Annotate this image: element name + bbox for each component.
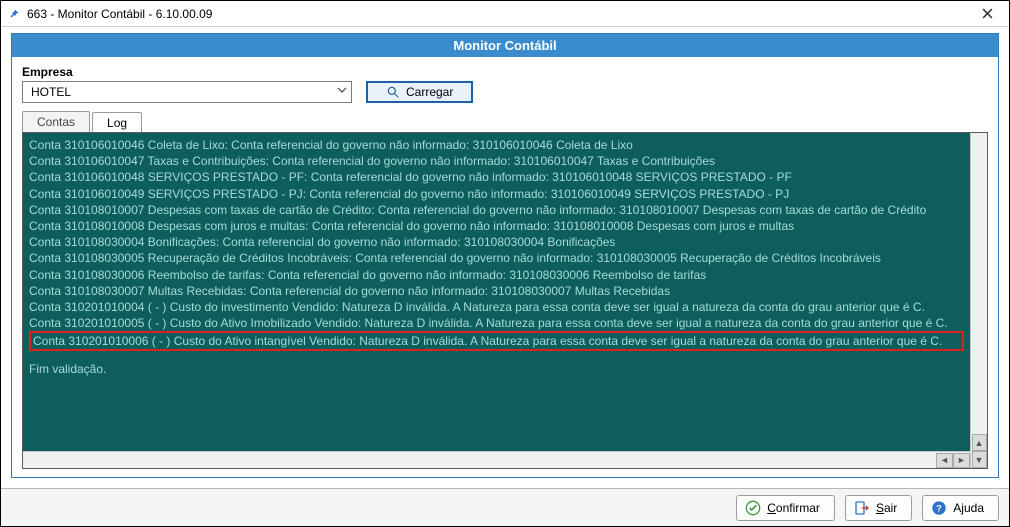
confirmar-label: CConfirmaronfirmar: [767, 501, 820, 515]
main-panel: Monitor Contábil Empresa HOTEL: [11, 33, 999, 478]
log-line-end: Fim validação.: [29, 361, 964, 377]
sair-label: SSairair: [876, 501, 897, 515]
sair-button[interactable]: SSairair: [845, 495, 912, 521]
svg-text:?: ?: [936, 503, 942, 513]
tab-log[interactable]: Log: [92, 112, 142, 133]
empresa-field: Empresa HOTEL: [22, 65, 352, 103]
titlebar: 663 - Monitor Contábil - 6.10.00.09: [1, 1, 1009, 27]
help-icon: ?: [931, 500, 947, 516]
scroll-right-button[interactable]: ►: [953, 453, 970, 468]
log-line: Conta 310108010007 Despesas com taxas de…: [29, 202, 964, 218]
log-line: Conta 310108010008 Despesas com juros e …: [29, 218, 964, 234]
close-icon: [982, 8, 993, 19]
window-title: 663 - Monitor Contábil - 6.10.00.09: [27, 7, 969, 21]
client-area: Monitor Contábil Empresa HOTEL: [1, 27, 1009, 488]
horizontal-scrollbar[interactable]: ◄ ►: [23, 451, 970, 468]
log-area: Conta 310106010046 Coleta de Lixo: Conta…: [22, 132, 988, 469]
panel-header: Monitor Contábil: [12, 34, 998, 57]
log-line-highlight: Conta 310201010006 ( - ) Custo do Ativo …: [29, 331, 964, 351]
log-line: Conta 310106010047 Taxas e Contribuições…: [29, 153, 964, 169]
ajuda-label: Ajuda: [953, 501, 984, 515]
log-content[interactable]: Conta 310106010046 Coleta de Lixo: Conta…: [23, 133, 970, 451]
log-line: Conta 310201010005 ( - ) Custo do Ativo …: [29, 315, 964, 331]
log-line: Conta 310106010049 SERVIÇOS PRESTADO - P…: [29, 186, 964, 202]
empresa-value: HOTEL: [31, 85, 71, 99]
scroll-left-button[interactable]: ◄: [936, 453, 953, 468]
footer: CConfirmaronfirmar SSairair ? Ajuda: [1, 488, 1009, 526]
empresa-label: Empresa: [22, 65, 352, 79]
tabs: Contas Log: [22, 111, 988, 132]
log-line: Conta 310106010046 Coleta de Lixo: Conta…: [29, 137, 964, 153]
scroll-down-button[interactable]: ▼: [972, 451, 987, 468]
scroll-up-button[interactable]: ▲: [972, 434, 987, 451]
log-line: Conta 310201010004 ( - ) Custo do invest…: [29, 299, 964, 315]
ajuda-button[interactable]: ? Ajuda: [922, 495, 999, 521]
log-line: Conta 310106010048 SERVIÇOS PRESTADO - P…: [29, 169, 964, 185]
empresa-combobox[interactable]: HOTEL: [22, 81, 352, 103]
window-close-button[interactable]: [969, 3, 1005, 25]
log-line: Conta 310108030007 Multas Recebidas: Con…: [29, 283, 964, 299]
chevron-down-icon: [337, 85, 347, 95]
pin-icon: [7, 7, 21, 21]
log-line: Conta 310108030004 Bonificações: Conta r…: [29, 234, 964, 250]
exit-icon: [854, 500, 870, 516]
filter-row: Empresa HOTEL Carregar: [22, 65, 988, 103]
carregar-button[interactable]: Carregar: [366, 81, 473, 103]
search-icon: [386, 85, 400, 99]
tab-contas[interactable]: Contas: [22, 111, 90, 132]
confirmar-button[interactable]: CConfirmaronfirmar: [736, 495, 835, 521]
log-line: Conta 310108030006 Reembolso de tarifas:…: [29, 267, 964, 283]
carregar-label: Carregar: [406, 85, 453, 99]
log-line: Conta 310108030005 Recuperação de Crédit…: [29, 250, 964, 266]
check-icon: [745, 500, 761, 516]
vertical-scrollbar[interactable]: ▲ ▼: [970, 133, 987, 468]
app-window: 663 - Monitor Contábil - 6.10.00.09 Moni…: [0, 0, 1010, 527]
panel-body: Empresa HOTEL Carregar: [12, 57, 998, 477]
